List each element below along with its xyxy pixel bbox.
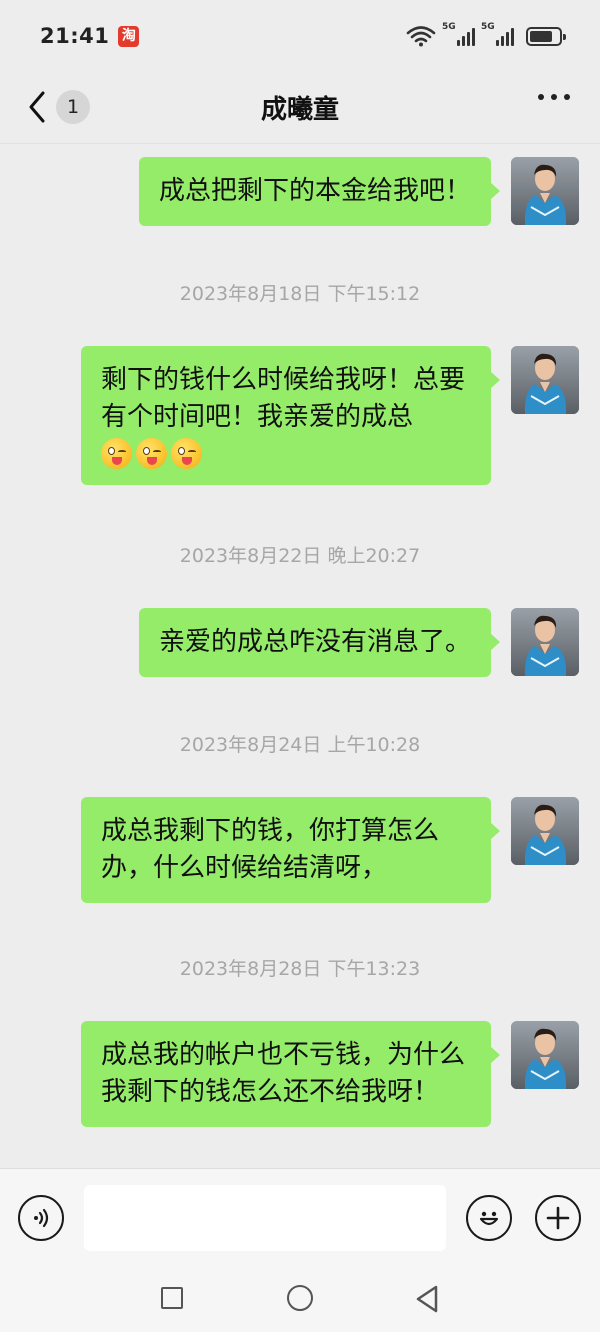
home-button[interactable] bbox=[287, 1285, 313, 1311]
status-time: 21:41 bbox=[40, 24, 110, 48]
avatar[interactable] bbox=[511, 608, 579, 676]
avatar-image bbox=[511, 608, 579, 676]
message-bubble[interactable]: 剩下的钱什么时候给我呀！总要有个时间吧！我亲爱的成总 bbox=[81, 346, 500, 485]
chat-header: 1 成曦童 bbox=[0, 72, 600, 144]
message-timestamp: 2023年8月18日 下午15:12 bbox=[179, 283, 421, 305]
battery-icon bbox=[526, 26, 566, 46]
chat-title: 成曦童 bbox=[260, 95, 339, 125]
wink-tongue-emoji-icon bbox=[136, 438, 167, 469]
voice-icon bbox=[34, 1208, 49, 1228]
avatar[interactable] bbox=[511, 1021, 579, 1089]
emoji-row bbox=[101, 438, 471, 469]
message-text: 剩下的钱什么时候给我呀！总要有个时间吧！我亲爱的成总 bbox=[101, 365, 466, 432]
input-bar bbox=[0, 1168, 600, 1266]
message-text: 成总我的帐户也不亏钱，为什么我剩下的钱怎么还不给我呀！ bbox=[101, 1040, 466, 1107]
message-bubble[interactable]: 成总我剩下的钱，你打算怎么办，什么时候给结清呀， bbox=[81, 797, 500, 903]
network-type-label: 5G bbox=[442, 22, 456, 32]
system-navigation-bar bbox=[0, 1266, 600, 1332]
plus-icon bbox=[546, 1206, 570, 1230]
status-icons: 5G 5G bbox=[406, 22, 566, 47]
more-functions-button[interactable] bbox=[535, 1195, 581, 1241]
taobao-notification-icon: 淘 bbox=[118, 25, 140, 47]
message-timestamp: 2023年8月22日 晚上20:27 bbox=[179, 545, 421, 567]
avatar-image bbox=[511, 346, 579, 414]
avatar-image bbox=[511, 797, 579, 865]
message-bubble[interactable]: 成总我的帐户也不亏钱，为什么我剩下的钱怎么还不给我呀！ bbox=[81, 1021, 500, 1127]
cellular-signal-icon-2: 5G bbox=[481, 22, 514, 46]
wink-tongue-emoji-icon bbox=[101, 438, 132, 469]
cellular-signal-icon: 5G bbox=[442, 22, 475, 46]
chat-message: 亲爱的成总咋没有消息了。 bbox=[138, 608, 579, 677]
message-bubble[interactable]: 成总把剩下的本金给我吧！ bbox=[138, 157, 501, 226]
message-text: 成总我剩下的钱，你打算怎么办，什么时候给结清呀， bbox=[101, 816, 440, 883]
network-type-label-2: 5G bbox=[481, 22, 495, 32]
chat-message: 成总我剩下的钱，你打算怎么办，什么时候给结清呀， bbox=[81, 797, 579, 903]
avatar[interactable] bbox=[511, 346, 579, 414]
unread-count-badge: 1 bbox=[56, 90, 90, 124]
message-text: 成总把剩下的本金给我吧！ bbox=[158, 176, 471, 206]
message-text: 亲爱的成总咋没有消息了。 bbox=[158, 627, 471, 657]
more-dots-icon bbox=[538, 94, 544, 100]
message-timestamp: 2023年8月28日 下午13:23 bbox=[179, 958, 421, 980]
chat-message: 成总把剩下的本金给我吧！ bbox=[138, 157, 579, 226]
message-list[interactable]: 成总把剩下的本金给我吧！ 2023年8月18日 下午15:12 剩下的钱什么时候… bbox=[0, 145, 600, 1168]
emoji-button[interactable] bbox=[466, 1195, 512, 1241]
recent-apps-button[interactable] bbox=[161, 1287, 183, 1309]
message-timestamp: 2023年8月24日 上午10:28 bbox=[179, 734, 421, 756]
voice-input-button[interactable] bbox=[18, 1195, 64, 1241]
chat-message: 剩下的钱什么时候给我呀！总要有个时间吧！我亲爱的成总 bbox=[81, 346, 579, 485]
avatar-image bbox=[511, 1021, 579, 1089]
chat-message: 成总我的帐户也不亏钱，为什么我剩下的钱怎么还不给我呀！ bbox=[81, 1021, 579, 1127]
message-bubble[interactable]: 亲爱的成总咋没有消息了。 bbox=[138, 608, 501, 677]
back-button[interactable]: 1 bbox=[26, 88, 90, 126]
wifi-icon bbox=[406, 26, 436, 47]
system-back-button[interactable] bbox=[414, 1284, 440, 1314]
more-options-button[interactable] bbox=[538, 94, 570, 100]
smile-icon bbox=[479, 1211, 499, 1226]
wink-tongue-emoji-icon bbox=[171, 438, 202, 469]
message-input[interactable] bbox=[84, 1185, 446, 1251]
avatar-image bbox=[511, 157, 579, 225]
battery-level bbox=[530, 30, 553, 42]
avatar[interactable] bbox=[511, 157, 579, 225]
status-bar: 21:41 淘 5G 5G bbox=[0, 0, 600, 72]
avatar[interactable] bbox=[511, 797, 579, 865]
chevron-left-icon bbox=[29, 91, 45, 123]
